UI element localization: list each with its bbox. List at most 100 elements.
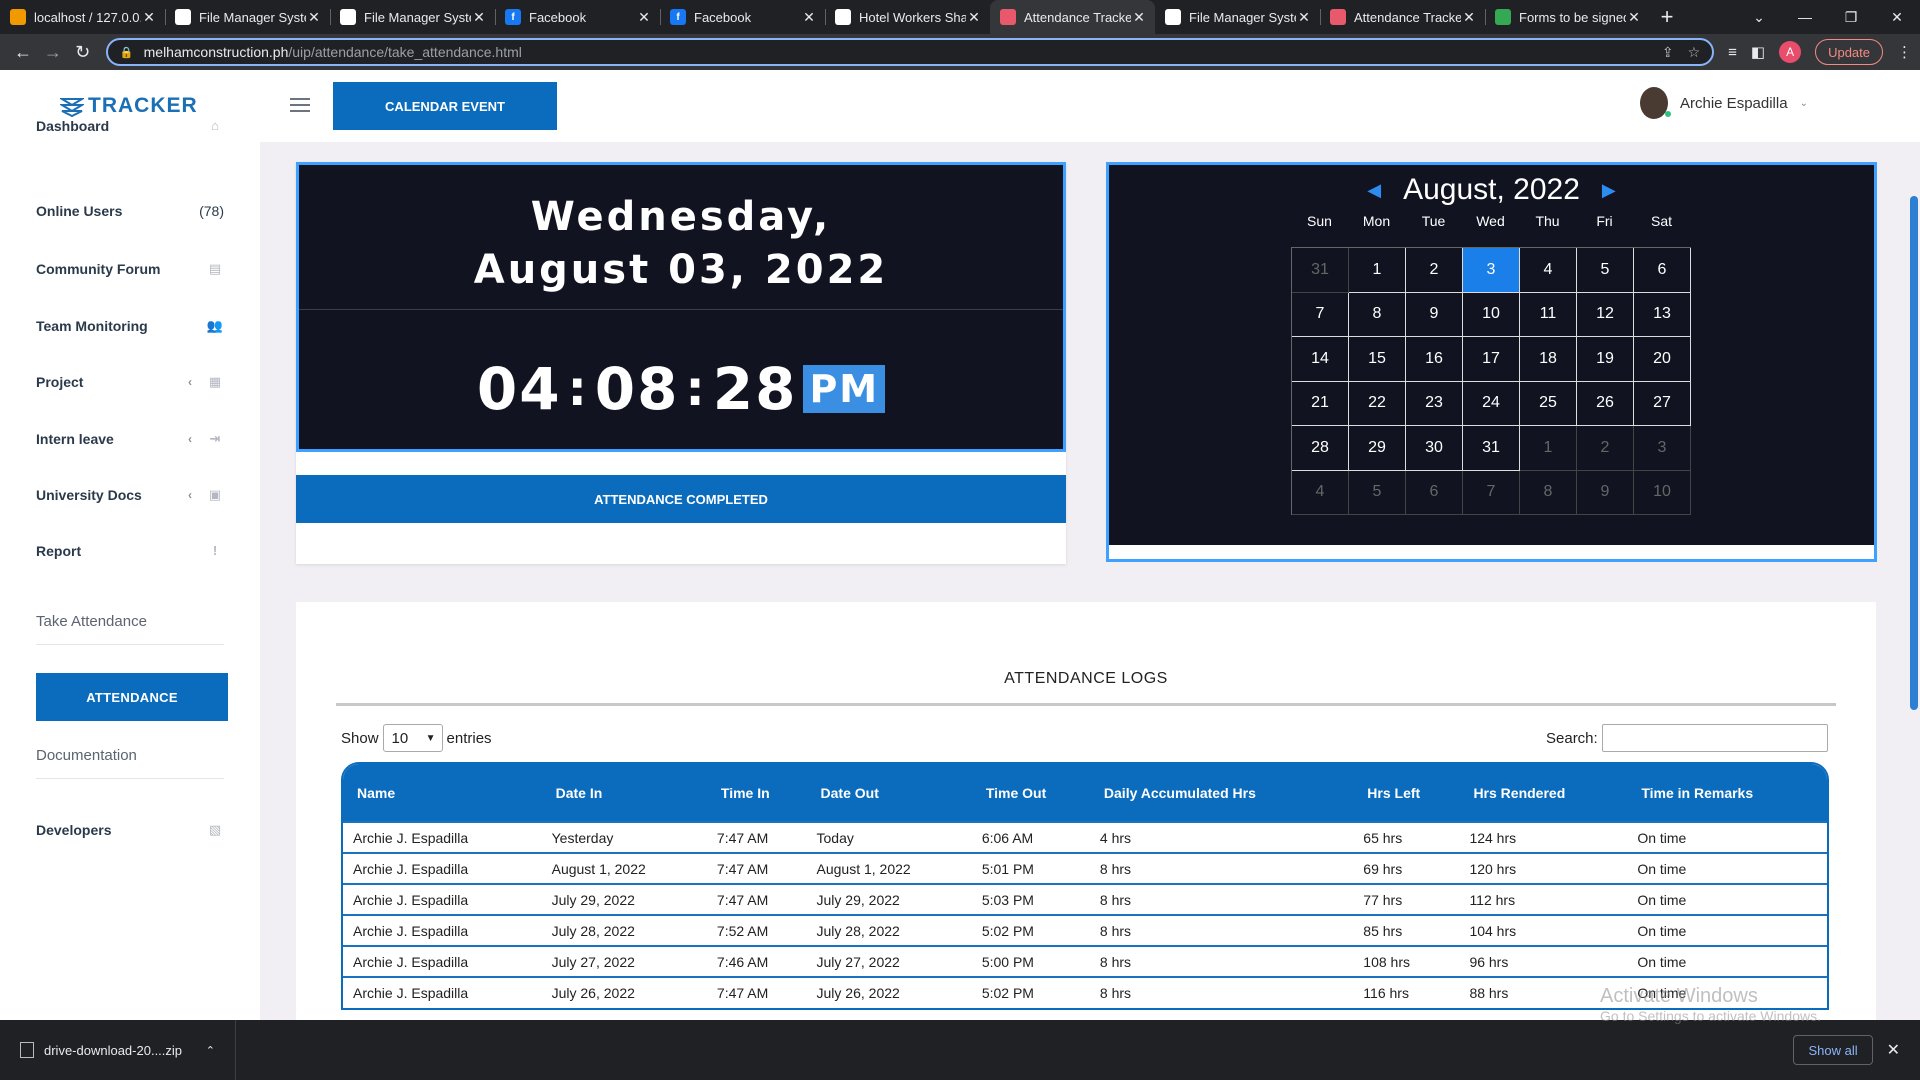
- browser-tab[interactable]: File Manager System✕: [1155, 0, 1320, 34]
- calendar-day[interactable]: 4: [1292, 470, 1349, 515]
- next-month-icon[interactable]: ▶: [1602, 180, 1616, 201]
- attendance-completed-button[interactable]: ATTENDANCE COMPLETED: [296, 475, 1066, 523]
- calendar-day[interactable]: 17: [1463, 337, 1520, 382]
- calendar-day[interactable]: 9: [1406, 292, 1463, 337]
- close-tab-icon[interactable]: ✕: [141, 9, 157, 26]
- new-tab-button[interactable]: +: [1650, 0, 1684, 34]
- column-header[interactable]: Hrs Left: [1353, 764, 1460, 822]
- calendar-day[interactable]: 1: [1520, 426, 1577, 471]
- side-panel-icon[interactable]: ◧: [1751, 43, 1765, 61]
- calendar-day[interactable]: 14: [1292, 337, 1349, 382]
- update-button[interactable]: Update: [1815, 39, 1883, 65]
- tab-search-icon[interactable]: ⌄: [1736, 9, 1782, 26]
- column-header[interactable]: Name: [343, 764, 542, 822]
- restore-icon[interactable]: ❐: [1828, 9, 1874, 26]
- browser-tab[interactable]: Forms to be signed ✕: [1485, 0, 1650, 34]
- user-menu[interactable]: Archie Espadilla ⌄: [1640, 87, 1808, 119]
- bookmark-star-icon[interactable]: ☆: [1688, 44, 1701, 61]
- calendar-day[interactable]: 3: [1634, 426, 1691, 471]
- calendar-day[interactable]: 31: [1463, 426, 1520, 471]
- search-input[interactable]: [1601, 724, 1828, 752]
- sidebar-item-team-monitoring[interactable]: Team Monitoring 👥: [36, 318, 224, 334]
- browser-tab[interactable]: Hotel Workers Share✕: [825, 0, 990, 34]
- browser-tab[interactable]: f Facebook ✕: [495, 0, 660, 34]
- calendar-day[interactable]: 9: [1577, 470, 1634, 515]
- attendance-button[interactable]: ATTENDANCE: [36, 673, 228, 721]
- browser-tab[interactable]: Attendance Tracker ✕: [1320, 0, 1485, 34]
- sidebar-item-project[interactable]: Project ‹ ▦: [36, 374, 224, 390]
- hamburger-menu-icon[interactable]: [290, 98, 310, 116]
- column-header[interactable]: Daily Accumulated Hrs: [1089, 764, 1354, 822]
- calendar-day[interactable]: 10: [1634, 470, 1691, 515]
- column-header[interactable]: Time in Remarks: [1627, 764, 1827, 822]
- share-icon[interactable]: ⇪: [1662, 44, 1674, 61]
- calendar-day[interactable]: 4: [1520, 248, 1577, 293]
- show-all-downloads-button[interactable]: Show all: [1793, 1035, 1873, 1065]
- reload-icon[interactable]: ↻: [68, 42, 98, 63]
- entries-select[interactable]: 10 ▼: [382, 724, 443, 752]
- calendar-day[interactable]: 7: [1463, 470, 1520, 515]
- calendar-day[interactable]: 1: [1349, 248, 1406, 293]
- lock-icon[interactable]: 🔒: [120, 46, 134, 59]
- close-tab-icon[interactable]: ✕: [471, 9, 487, 26]
- column-header[interactable]: Time Out: [971, 764, 1090, 822]
- sidebar-item-community-forum[interactable]: Community Forum ▤: [36, 261, 224, 277]
- calendar-day[interactable]: 7: [1292, 292, 1349, 337]
- calendar-day[interactable]: 26: [1577, 381, 1634, 426]
- column-header[interactable]: Date In: [541, 764, 707, 822]
- close-window-icon[interactable]: ✕: [1874, 9, 1920, 26]
- minimize-icon[interactable]: —: [1782, 9, 1828, 25]
- column-header[interactable]: Date Out: [806, 764, 972, 822]
- calendar-day[interactable]: 15: [1349, 337, 1406, 382]
- calendar-day[interactable]: 20: [1634, 337, 1691, 382]
- documentation-link[interactable]: Documentation: [36, 747, 224, 779]
- calendar-day[interactable]: 11: [1520, 292, 1577, 337]
- reading-list-icon[interactable]: ≡: [1728, 44, 1737, 61]
- close-tab-icon[interactable]: ✕: [1296, 9, 1312, 26]
- calendar-event-button[interactable]: CALENDAR EVENT: [333, 82, 557, 130]
- calendar-day[interactable]: 28: [1292, 426, 1349, 471]
- tracker-logo[interactable]: TRACKER: [60, 94, 198, 118]
- calendar-day[interactable]: 10: [1463, 292, 1520, 337]
- browser-tab[interactable]: File Manager System✕: [165, 0, 330, 34]
- close-tab-icon[interactable]: ✕: [306, 9, 322, 26]
- calendar-day[interactable]: 2: [1577, 426, 1634, 471]
- calendar-day[interactable]: 23: [1406, 381, 1463, 426]
- calendar-day[interactable]: 19: [1577, 337, 1634, 382]
- calendar-day[interactable]: 13: [1634, 292, 1691, 337]
- sidebar-item-developers[interactable]: Developers ▧: [36, 822, 224, 838]
- calendar-day[interactable]: 18: [1520, 337, 1577, 382]
- close-download-bar-icon[interactable]: ✕: [1887, 1040, 1900, 1060]
- chevron-up-icon[interactable]: ⌃: [206, 1044, 215, 1057]
- close-tab-icon[interactable]: ✕: [1626, 9, 1642, 26]
- browser-tab[interactable]: localhost / 127.0.0.1 ✕: [0, 0, 165, 34]
- close-tab-icon[interactable]: ✕: [1461, 9, 1477, 26]
- column-header[interactable]: Time In: [706, 764, 807, 822]
- calendar-day[interactable]: 6: [1406, 470, 1463, 515]
- profile-avatar[interactable]: A: [1779, 41, 1802, 63]
- close-tab-icon[interactable]: ✕: [636, 9, 652, 26]
- calendar-day[interactable]: 16: [1406, 337, 1463, 382]
- calendar-day[interactable]: 5: [1349, 470, 1406, 515]
- sidebar-item-online-users[interactable]: Online Users (78): [36, 203, 224, 219]
- calendar-day-today[interactable]: 3: [1463, 248, 1520, 293]
- sidebar-item-intern-leave[interactable]: Intern leave ‹ ⇥: [36, 431, 224, 447]
- back-icon[interactable]: ←: [8, 42, 38, 63]
- calendar-day[interactable]: 22: [1349, 381, 1406, 426]
- calendar-day[interactable]: 21: [1292, 381, 1349, 426]
- calendar-day[interactable]: 6: [1634, 248, 1691, 293]
- sidebar-item-university-docs[interactable]: University Docs ‹ ▣: [36, 487, 224, 503]
- calendar-day[interactable]: 5: [1577, 248, 1634, 293]
- calendar-day[interactable]: 2: [1406, 248, 1463, 293]
- calendar-day[interactable]: 27: [1634, 381, 1691, 426]
- calendar-day[interactable]: 8: [1520, 470, 1577, 515]
- browser-tab[interactable]: File Manager System✕: [330, 0, 495, 34]
- calendar-day[interactable]: 25: [1520, 381, 1577, 426]
- prev-month-icon[interactable]: ◀: [1367, 180, 1381, 201]
- close-tab-icon[interactable]: ✕: [801, 9, 817, 26]
- page-scrollbar[interactable]: [1910, 196, 1918, 710]
- download-item[interactable]: drive-download-20....zip ⌃: [0, 1020, 236, 1080]
- calendar-day[interactable]: 29: [1349, 426, 1406, 471]
- close-tab-icon[interactable]: ✕: [1131, 9, 1147, 26]
- calendar-day[interactable]: 8: [1349, 292, 1406, 337]
